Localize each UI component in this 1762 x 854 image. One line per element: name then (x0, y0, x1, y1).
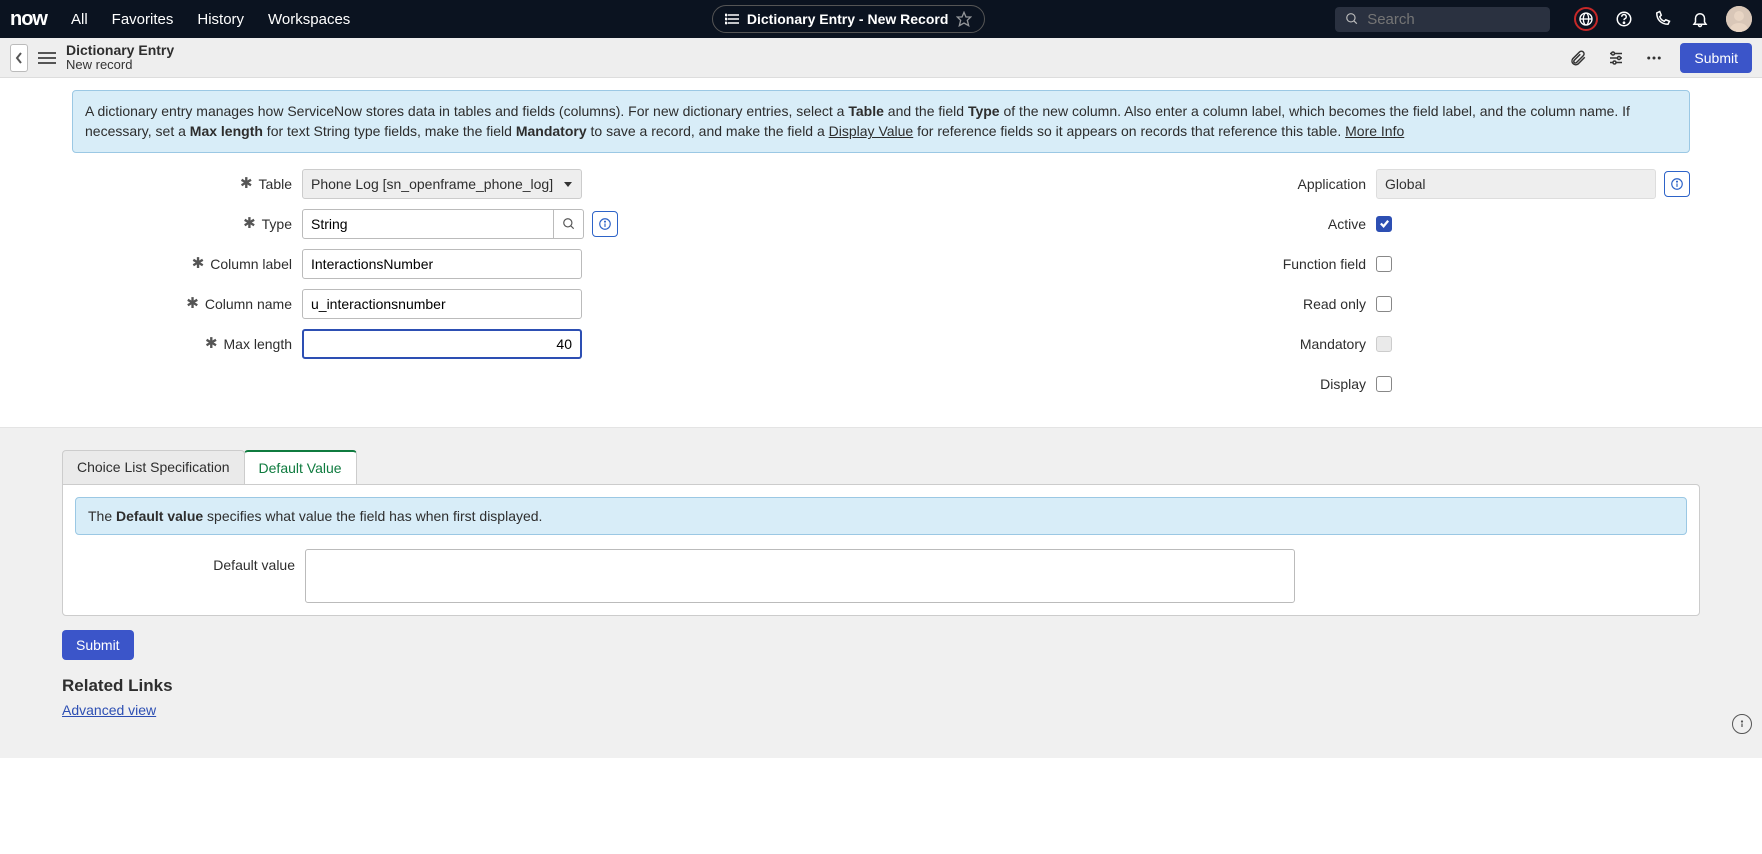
star-icon[interactable] (956, 11, 972, 27)
record-title-pill[interactable]: Dictionary Entry - New Record (712, 5, 986, 33)
submit-button-top[interactable]: Submit (1680, 43, 1752, 73)
related-links-heading: Related Links (62, 676, 1700, 696)
tabs: Choice List Specification Default Value (62, 450, 1700, 484)
logo: now (10, 8, 47, 31)
form-header: Dictionary Entry New record Submit (0, 38, 1762, 78)
label-display: Display (1320, 376, 1366, 392)
required-icon: ✱ (186, 296, 199, 311)
function-field-checkbox[interactable] (1376, 256, 1392, 272)
default-info-box: The Default value specifies what value t… (75, 497, 1687, 535)
active-checkbox[interactable] (1376, 216, 1392, 232)
bell-icon[interactable] (1688, 7, 1712, 31)
info-text: to save a record, and make the field a (587, 123, 829, 139)
info-bold: Mandatory (516, 123, 587, 139)
label-max-length: Max length (224, 336, 292, 352)
tab-default-value[interactable]: Default Value (244, 450, 357, 484)
page-title: Dictionary Entry (66, 43, 174, 58)
required-icon: ✱ (243, 216, 256, 231)
label-table: Table (259, 176, 292, 192)
column-name-input[interactable] (302, 289, 582, 319)
context-menu-icon[interactable] (38, 52, 56, 64)
advanced-view-link[interactable]: Advanced view (62, 702, 156, 718)
info-text: A dictionary entry manages how ServiceNo… (85, 103, 848, 119)
column-label-input[interactable] (302, 249, 582, 279)
search-icon (1345, 11, 1359, 27)
tab-area: Choice List Specification Default Value … (0, 427, 1762, 758)
list-icon (725, 13, 739, 25)
top-nav: now All Favorites History Workspaces Dic… (0, 0, 1762, 38)
type-lookup-button[interactable] (554, 209, 584, 239)
form-info-box: A dictionary entry manages how ServiceNo… (72, 90, 1690, 153)
info-bold: Table (848, 103, 884, 119)
global-search[interactable] (1335, 7, 1550, 32)
mandatory-checkbox (1376, 336, 1392, 352)
default-value-input[interactable] (305, 549, 1295, 603)
search-icon (562, 217, 576, 231)
required-icon: ✱ (205, 336, 218, 351)
global-search-input[interactable] (1367, 11, 1540, 28)
display-value-link[interactable]: Display Value (829, 123, 914, 139)
table-select[interactable]: Phone Log [sn_openframe_phone_log] (302, 169, 582, 199)
form-body: ✱ Table Phone Log [sn_openframe_phone_log… (0, 153, 1762, 427)
label-application: Application (1298, 176, 1367, 192)
max-length-input[interactable] (302, 329, 582, 359)
label-active: Active (1328, 216, 1366, 232)
info-text: specifies what value the field has when … (203, 508, 542, 524)
info-text: and the field (884, 103, 968, 119)
nav-favorites[interactable]: Favorites (100, 11, 186, 28)
float-info-icon[interactable] (1732, 714, 1752, 734)
label-mandatory: Mandatory (1300, 336, 1366, 352)
type-input[interactable] (302, 209, 554, 239)
read-only-checkbox[interactable] (1376, 296, 1392, 312)
info-bold: Default value (116, 508, 203, 524)
submit-button-bottom[interactable]: Submit (62, 630, 134, 660)
info-bold: Type (968, 103, 1000, 119)
application-value: Global (1376, 169, 1656, 199)
related-links: Related Links Advanced view (62, 676, 1700, 718)
nav-workspaces[interactable]: Workspaces (256, 11, 362, 28)
record-title-text: Dictionary Entry - New Record (747, 11, 949, 27)
info-text: for text String type fields, make the fi… (263, 123, 516, 139)
nav-history[interactable]: History (185, 11, 256, 28)
label-column-name: Column name (205, 296, 292, 312)
application-info-button[interactable] (1664, 171, 1690, 197)
label-read-only: Read only (1303, 296, 1366, 312)
back-button[interactable] (10, 44, 28, 72)
tab-panel-default: The Default value specifies what value t… (62, 484, 1700, 616)
required-icon: ✱ (240, 176, 253, 191)
label-function-field: Function field (1283, 256, 1366, 272)
label-default-value: Default value (75, 549, 305, 573)
avatar[interactable] (1726, 6, 1752, 32)
right-column: Application Global Active Function field… (766, 167, 1690, 407)
settings-icon[interactable] (1604, 46, 1628, 70)
globe-icon[interactable] (1574, 7, 1598, 31)
phone-icon[interactable] (1650, 7, 1674, 31)
info-bold: Max length (190, 123, 263, 139)
info-text: The (88, 508, 116, 524)
chevron-down-icon (563, 179, 573, 189)
left-column: ✱ Table Phone Log [sn_openframe_phone_log… (72, 167, 646, 407)
required-icon: ✱ (192, 256, 205, 271)
type-info-button[interactable] (592, 211, 618, 237)
more-icon[interactable] (1642, 46, 1666, 70)
more-info-link[interactable]: More Info (1345, 123, 1404, 139)
page-subtitle: New record (66, 58, 174, 72)
tab-choice-list[interactable]: Choice List Specification (62, 450, 245, 484)
help-icon[interactable] (1612, 7, 1636, 31)
nav-all[interactable]: All (59, 11, 100, 28)
info-text: for reference fields so it appears on re… (913, 123, 1345, 139)
label-type: Type (262, 216, 292, 232)
table-value: Phone Log [sn_openframe_phone_log] (311, 176, 553, 192)
attachment-icon[interactable] (1566, 46, 1590, 70)
label-column-label: Column label (210, 256, 292, 272)
display-checkbox[interactable] (1376, 376, 1392, 392)
